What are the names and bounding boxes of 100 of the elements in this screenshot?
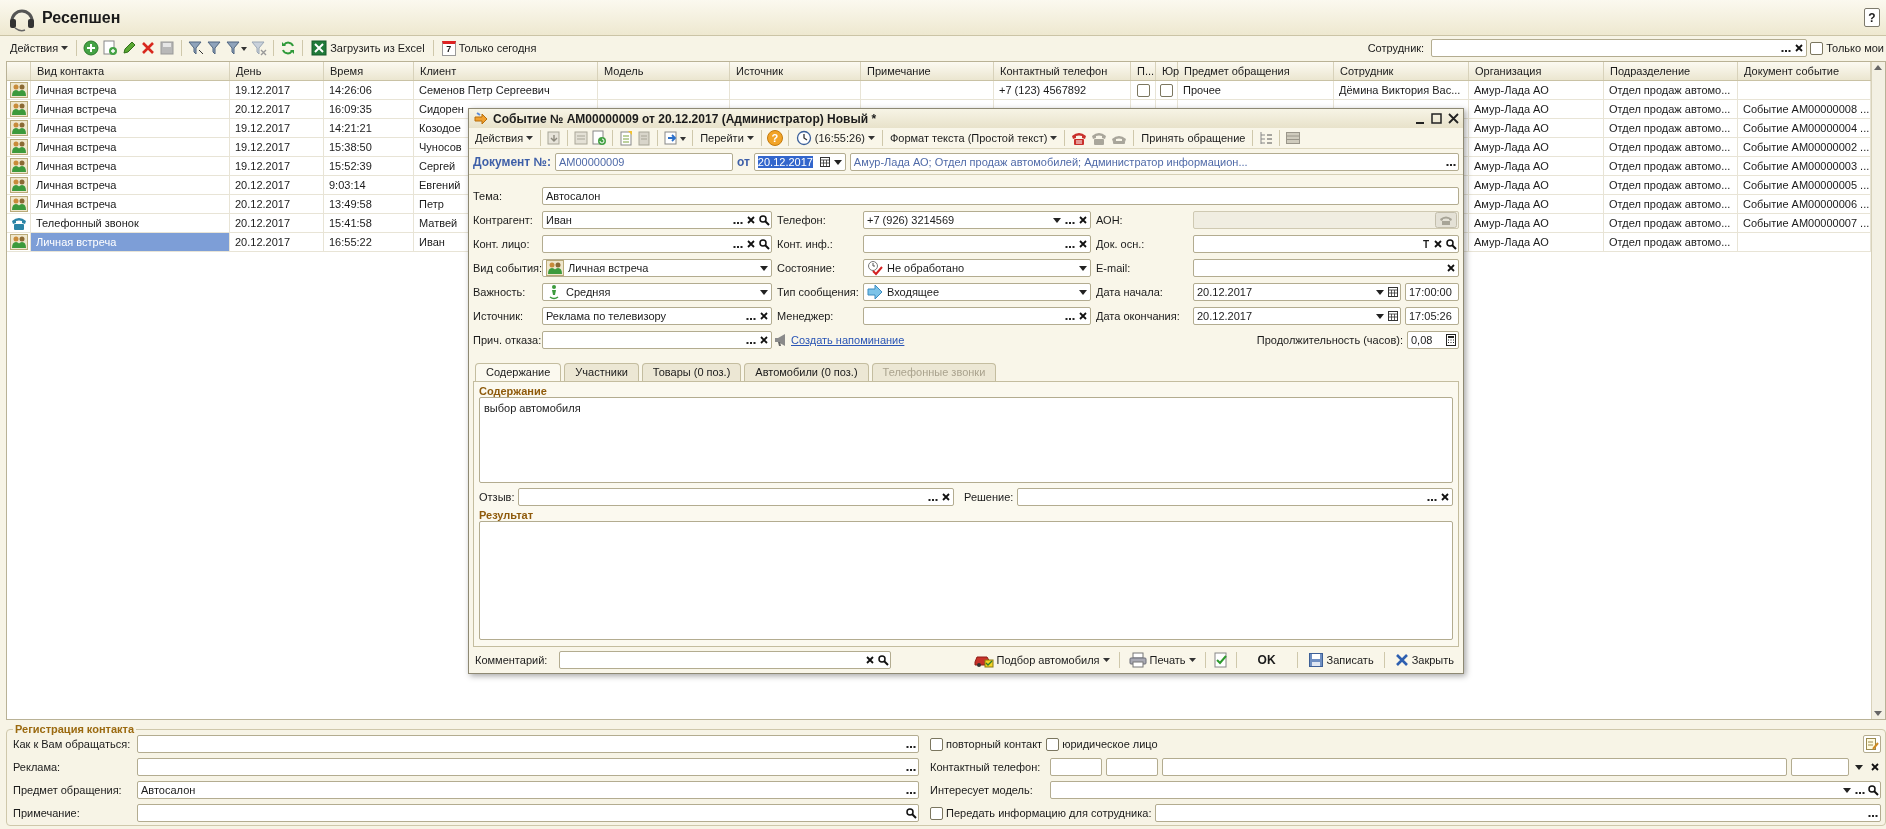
search-icon[interactable] xyxy=(877,653,890,667)
list-icon[interactable] xyxy=(1285,130,1302,146)
filter-icon[interactable] xyxy=(207,40,224,56)
document-arrow-icon[interactable] xyxy=(663,130,688,146)
help-button[interactable]: ? xyxy=(1864,8,1880,27)
dropdown-field[interactable]: +7 (926) 3214569 xyxy=(863,211,1091,229)
checkbox[interactable] xyxy=(1810,41,1824,55)
input-field[interactable] xyxy=(559,651,892,669)
input-field[interactable] xyxy=(137,735,919,753)
document-icon[interactable] xyxy=(591,130,608,146)
input-field[interactable]: Реклама по телевизору xyxy=(542,307,772,325)
date-field[interactable]: 20.12.2017 xyxy=(753,152,846,171)
save-button[interactable]: Записать xyxy=(1304,651,1377,669)
input-field[interactable] xyxy=(1431,39,1808,57)
text-type-button[interactable]: T xyxy=(1420,238,1431,250)
input-field[interactable]: Автосалон xyxy=(137,781,919,799)
input-field[interactable]: Автосалон xyxy=(542,187,1459,205)
menu-button[interactable]: Действия xyxy=(8,41,71,55)
table-cell[interactable]: Личная встреча xyxy=(31,81,230,99)
dropdown-field[interactable]: Средняя xyxy=(542,283,772,301)
filter-icon[interactable] xyxy=(188,40,205,56)
table-cell[interactable]: Личная встреча xyxy=(31,119,230,137)
tab[interactable]: Содержание xyxy=(475,363,562,381)
copy-icon[interactable] xyxy=(102,40,119,56)
notepad-button[interactable] xyxy=(1863,735,1881,753)
checkbox[interactable] xyxy=(1046,737,1060,751)
input-field[interactable] xyxy=(137,758,919,776)
close-icon[interactable] xyxy=(1448,113,1459,124)
input-field[interactable] xyxy=(518,488,955,506)
tab[interactable]: Участники xyxy=(564,363,639,381)
search-icon[interactable] xyxy=(905,806,917,820)
table-cell[interactable]: Личная встреча xyxy=(31,157,230,175)
checkbox[interactable] xyxy=(930,737,943,751)
maximize-icon[interactable] xyxy=(1431,113,1442,124)
add-icon[interactable] xyxy=(83,40,100,56)
table-cell: Амур-Лада АО xyxy=(1469,195,1604,213)
calculator-icon[interactable] xyxy=(1445,333,1457,347)
excel-import-button[interactable]: Загрузить из Excel xyxy=(309,39,427,57)
dropdown-field[interactable]: 20.12.2017 xyxy=(1193,283,1401,301)
tab[interactable]: Автомобили (0 поз.) xyxy=(744,363,869,381)
dropdown-field[interactable]: 20.12.2017 xyxy=(1193,307,1401,325)
checkbox[interactable] xyxy=(930,806,943,820)
scrollbar[interactable] xyxy=(1871,62,1885,719)
calendar-icon[interactable] xyxy=(1387,285,1399,299)
calendar-icon[interactable] xyxy=(818,154,831,169)
search-icon[interactable] xyxy=(758,213,770,227)
reminder-link[interactable]: Создать напоминание xyxy=(791,334,905,346)
dropdown-field[interactable]: Не обработано xyxy=(863,259,1091,277)
input-field[interactable] xyxy=(1017,488,1453,506)
print-button[interactable]: Печать xyxy=(1126,651,1198,669)
input-field[interactable] xyxy=(542,331,772,349)
input-field[interactable]: T xyxy=(1193,235,1459,253)
input-field[interactable] xyxy=(1162,758,1787,776)
table-cell: Амур-Лада АО xyxy=(1469,157,1604,175)
input-field[interactable]: 0,08 xyxy=(1407,331,1459,349)
input-field[interactable]: 17:00:00 xyxy=(1405,283,1459,301)
today-button[interactable]: 7 Только сегодня xyxy=(439,39,539,57)
calendar-icon[interactable] xyxy=(1387,309,1399,323)
input-field[interactable] xyxy=(1193,259,1459,277)
input-field[interactable]: Иван xyxy=(542,211,772,229)
document-icon[interactable] xyxy=(546,130,563,146)
dropdown-field[interactable] xyxy=(1050,781,1881,799)
table-cell[interactable]: Личная встреча xyxy=(31,100,230,118)
input-field[interactable] xyxy=(1050,758,1102,776)
table-cell[interactable]: Телефонный звонок xyxy=(31,214,230,232)
search-icon[interactable] xyxy=(758,237,770,251)
menu-button[interactable]: Формат текста (Простой текст) xyxy=(887,131,1060,145)
input-field[interactable] xyxy=(863,307,1091,325)
close-button[interactable]: Закрыть xyxy=(1391,652,1457,668)
dropdown-field[interactable]: Входящее xyxy=(863,283,1091,301)
input-field[interactable]: 17:05:26 xyxy=(1405,307,1459,325)
car-selection-button[interactable]: Подбор автомобиля xyxy=(971,651,1112,669)
input-field[interactable] xyxy=(542,235,772,253)
menu-button[interactable]: Перейти xyxy=(698,131,756,145)
search-icon[interactable] xyxy=(1445,237,1457,251)
dropdown-field[interactable]: Личная встреча xyxy=(542,259,772,277)
checkbox[interactable] xyxy=(1136,83,1150,97)
input-field[interactable]: АМ00000009 xyxy=(554,152,733,171)
input-field[interactable] xyxy=(1155,804,1881,822)
pencil-icon[interactable] xyxy=(121,40,138,56)
table-cell[interactable]: Личная встреча xyxy=(31,138,230,156)
ok-button[interactable]: OK xyxy=(1243,652,1290,668)
delete-icon[interactable] xyxy=(140,40,157,56)
table-cell[interactable]: Личная встреча xyxy=(31,195,230,213)
text-area[interactable]: выбор автомобиля xyxy=(479,397,1453,483)
input-field[interactable] xyxy=(863,235,1091,253)
refresh-icon[interactable] xyxy=(280,40,297,56)
tab[interactable]: Товары (0 поз.) xyxy=(641,363,742,381)
checkbox[interactable] xyxy=(1160,83,1173,97)
reminder-menu[interactable]: (16:55:26) xyxy=(793,129,877,147)
table-cell[interactable]: Личная встреча xyxy=(31,176,230,194)
input-field[interactable]: Амур-Лада АО; Отдел продаж автомобилей; Администратор информацион... xyxy=(849,152,1459,171)
telephone-icon[interactable] xyxy=(1070,130,1089,146)
check-document-icon[interactable] xyxy=(1212,652,1229,668)
input-field[interactable] xyxy=(1106,758,1158,776)
search-icon[interactable] xyxy=(1867,783,1879,797)
accept-button[interactable]: Принять обращение xyxy=(1139,131,1248,145)
input-field[interactable] xyxy=(1791,758,1849,776)
input-field[interactable] xyxy=(137,804,919,822)
filter-icon[interactable] xyxy=(226,40,249,56)
